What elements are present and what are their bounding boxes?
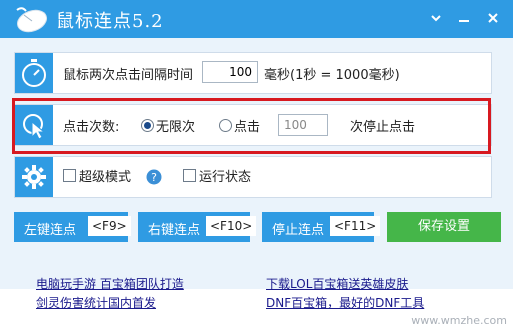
svg-text:?: ?	[151, 171, 157, 184]
highlight-box	[12, 98, 491, 154]
run-status-label: 运行状态	[199, 170, 252, 185]
link-mobile-games[interactable]: 电脑玩手游 百宝箱团队打造	[36, 275, 184, 292]
super-mode-checkbox[interactable]	[63, 169, 76, 182]
stop-click-button[interactable]: 停止连点 <F11>	[262, 212, 381, 242]
link-lol-box[interactable]: 下载LOL百宝箱送英雄皮肤	[266, 275, 408, 292]
right-click-button[interactable]: 右键连点 <F10>	[138, 212, 257, 242]
chevron-down-icon	[431, 15, 441, 22]
right-click-label: 右键连点	[148, 223, 201, 238]
stop-click-label: 停止连点	[272, 223, 325, 238]
interval-label: 鼠标两次点击间隔时间	[63, 68, 194, 83]
interval-row: 鼠标两次点击间隔时间 100 毫秒(1秒 = 1000毫秒)	[14, 52, 492, 94]
right-click-hotkey: <F10>	[206, 216, 257, 236]
run-status-checkbox[interactable]	[183, 169, 196, 182]
options-row: 超级模式 ? 运行状态	[14, 156, 492, 198]
interval-input[interactable]: 100	[202, 61, 258, 83]
interval-unit: 毫秒(1秒 = 1000毫秒)	[264, 68, 400, 83]
minimize-button[interactable]	[453, 7, 475, 29]
dropdown-button[interactable]	[425, 7, 447, 29]
minimize-icon	[459, 20, 469, 22]
link-blade-soul-stats[interactable]: 剑灵伤害统计国内首发	[36, 294, 156, 311]
watermark: www.wmzhe.com	[411, 314, 507, 327]
stopwatch-icon	[15, 53, 53, 93]
link-dnf-box[interactable]: DNF百宝箱，最好的DNF工具	[266, 294, 424, 311]
close-icon	[488, 13, 498, 23]
stop-click-hotkey: <F11>	[330, 216, 381, 236]
close-button[interactable]	[482, 7, 504, 29]
title-bar: 鼠标连点5.2	[0, 0, 513, 38]
gear-icon	[15, 157, 53, 197]
app-title: 鼠标连点5.2	[56, 11, 164, 32]
left-click-hotkey: <F9>	[88, 216, 131, 236]
question-icon[interactable]: ?	[146, 169, 162, 185]
left-click-label: 左键连点	[24, 223, 77, 238]
super-mode-label: 超级模式	[79, 170, 132, 185]
save-settings-button[interactable]: 保存设置	[387, 212, 501, 242]
left-click-button[interactable]: 左键连点 <F9>	[14, 212, 131, 242]
mouse-logo-icon	[16, 7, 48, 33]
